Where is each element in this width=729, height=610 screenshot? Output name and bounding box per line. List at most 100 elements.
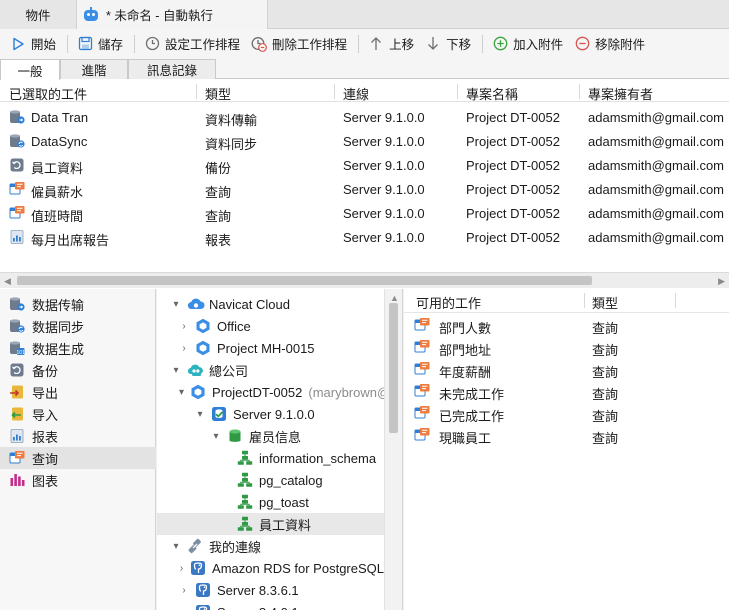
table-row[interactable]: 值班時間 查詢 Server 9.1.0.0 Project DT-0052 adams… bbox=[0, 201, 729, 225]
start-button[interactable]: 開始 bbox=[6, 32, 60, 56]
tree-node[interactable]: ▾ 雇员信息 bbox=[157, 425, 384, 447]
column-divider[interactable] bbox=[457, 84, 458, 99]
chevron-right-icon[interactable]: › bbox=[179, 585, 189, 596]
tree-node-label: pg_catalog bbox=[259, 472, 323, 488]
tree-node[interactable]: ▾ Navicat Cloud bbox=[157, 293, 384, 315]
tree-node[interactable]: ▾ 總公司 bbox=[157, 359, 384, 381]
table-row[interactable]: 年度薪酬 查詢 bbox=[404, 358, 729, 380]
tree-node[interactable]: › Project MH-0015 bbox=[157, 337, 384, 359]
tree-node[interactable]: information_schema bbox=[157, 447, 384, 469]
category-item[interactable]: 查询 bbox=[0, 447, 156, 469]
category-item[interactable]: 数据同步 bbox=[0, 315, 156, 337]
table-row[interactable]: 每月出席報告 報表 Server 9.1.0.0 Project DT-0052 ada… bbox=[0, 225, 729, 249]
table-row[interactable]: 僱員薪水 查詢 Server 9.1.0.0 Project DT-0052 adams… bbox=[0, 177, 729, 201]
tab-advanced[interactable]: 進階 bbox=[60, 59, 128, 79]
column-divider[interactable] bbox=[675, 293, 676, 308]
chevron-down-icon[interactable]: ▾ bbox=[211, 431, 221, 442]
category-item[interactable]: 导入 bbox=[0, 403, 156, 425]
table-cell-project: Project DT-0052 bbox=[466, 182, 560, 197]
category-item[interactable]: 报表 bbox=[0, 425, 156, 447]
table-row[interactable]: DataSync 資料同步 Server 9.1.0.0 Project DT-005… bbox=[0, 129, 729, 153]
chevron-down-icon[interactable]: ▾ bbox=[171, 299, 181, 310]
table-cell-project: Project DT-0052 bbox=[466, 158, 560, 173]
tab-general[interactable]: 一般 bbox=[0, 59, 60, 80]
set-schedule-button[interactable]: 設定工作排程 bbox=[140, 32, 244, 56]
chevron-down-icon[interactable]: ▾ bbox=[179, 387, 184, 398]
column-header[interactable]: 專案名稱 bbox=[466, 84, 518, 103]
remove-attachment-button[interactable]: 移除附件 bbox=[570, 32, 649, 56]
chevron-down-icon[interactable]: ▾ bbox=[171, 541, 181, 552]
save-button[interactable]: 儲存 bbox=[73, 32, 127, 56]
column-header[interactable]: 連線 bbox=[343, 84, 369, 103]
table-row[interactable]: 部門人數 查詢 bbox=[404, 314, 729, 336]
chevron-down-icon[interactable]: ▾ bbox=[171, 365, 181, 376]
table-cell-connection: Server 9.1.0.0 bbox=[343, 182, 425, 197]
table-row[interactable]: 員工資料 備份 Server 9.1.0.0 Project DT-0052 adams… bbox=[0, 153, 729, 177]
column-header[interactable]: 類型 bbox=[592, 293, 618, 312]
table-row[interactable]: 未完成工作 查詢 bbox=[404, 380, 729, 402]
category-item[interactable]: 图表 bbox=[0, 469, 156, 491]
category-label: 导出 bbox=[32, 385, 59, 401]
scroll-right-icon[interactable]: ▶ bbox=[718, 276, 725, 287]
vertical-scrollbar[interactable]: ▲ bbox=[384, 289, 403, 610]
column-divider[interactable] bbox=[196, 84, 197, 99]
tree-node[interactable]: › Amazon RDS for PostgreSQL bbox=[157, 557, 384, 579]
column-header[interactable]: 專案擁有者 bbox=[588, 84, 653, 103]
table-cell-owner: adamsmith@gmail.com bbox=[588, 110, 725, 125]
scrollbar-thumb[interactable] bbox=[17, 276, 592, 285]
tree-node[interactable]: › Office bbox=[157, 315, 384, 337]
tree-node[interactable]: ▾ 我的連線 bbox=[157, 535, 384, 557]
scroll-up-icon[interactable]: ▲ bbox=[390, 293, 399, 303]
tab-message-log[interactable]: 訊息記錄 bbox=[128, 59, 216, 79]
available-job-name: 已完成工作 bbox=[439, 409, 505, 424]
column-header[interactable]: 類型 bbox=[205, 84, 231, 103]
scroll-left-icon[interactable]: ◀ bbox=[4, 276, 11, 287]
chevron-right-icon[interactable]: › bbox=[179, 563, 184, 574]
add-attachment-button[interactable]: 加入附件 bbox=[488, 32, 567, 56]
tree-node[interactable]: › Server 8.3.6.1 bbox=[157, 579, 384, 601]
category-item[interactable]: 数据传输 bbox=[0, 293, 156, 315]
move-up-button[interactable]: 上移 bbox=[364, 32, 418, 56]
tree-node[interactable]: pg_catalog bbox=[157, 469, 384, 491]
category-item[interactable]: 备份 bbox=[0, 359, 156, 381]
column-header[interactable]: 已選取的工件 bbox=[9, 84, 87, 103]
table-row[interactable]: 已完成工作 查詢 bbox=[404, 402, 729, 424]
tab-objects[interactable]: 物件 bbox=[0, 0, 76, 29]
table-cell-name: DataSync bbox=[31, 134, 88, 149]
table-cell-name: 每月出席報告 bbox=[31, 233, 110, 248]
column-header[interactable]: 可用的工作 bbox=[416, 293, 481, 312]
toolbar-divider bbox=[358, 34, 360, 53]
delete-schedule-button[interactable]: 刪除工作排程 bbox=[247, 32, 351, 56]
chevron-right-icon[interactable]: › bbox=[179, 607, 189, 610]
horizontal-scrollbar[interactable]: ◀ ▶ bbox=[0, 272, 729, 288]
table-cell-type: 資料同步 bbox=[205, 137, 258, 152]
column-divider[interactable] bbox=[579, 84, 580, 99]
tree-node-label: Amazon RDS for PostgreSQL bbox=[212, 560, 384, 576]
tree-node[interactable]: › Server 8.4.0.1 bbox=[157, 601, 384, 610]
category-label: 报表 bbox=[32, 429, 59, 445]
column-divider[interactable] bbox=[334, 84, 335, 99]
available-jobs-table: 可用的工作 類型 部門人數 查詢 部門地址 查詢 年度薪酬 查詢 未完成工作 查詢 已完成工作查… bbox=[404, 289, 729, 610]
tree-node[interactable]: 員工資料 bbox=[157, 513, 384, 535]
tab-automation[interactable]: * 未命名 - 自動執行 bbox=[76, 0, 268, 29]
tree-node[interactable]: ▾ Server 9.1.0.0 bbox=[157, 403, 384, 425]
chevron-right-icon[interactable]: › bbox=[179, 343, 189, 354]
move-down-button[interactable]: 下移 bbox=[421, 32, 475, 56]
table-row[interactable]: 部門地址 查詢 bbox=[404, 336, 729, 358]
scrollbar-thumb[interactable] bbox=[389, 303, 398, 433]
table-row[interactable]: Data Tran 資料傳輸 Server 9.1.0.0 Project DT-00… bbox=[0, 105, 729, 129]
table-row[interactable]: 現職員工 查詢 bbox=[404, 424, 729, 446]
schema-icon bbox=[237, 516, 253, 532]
move-up-label: 上移 bbox=[389, 38, 415, 52]
category-label: 备份 bbox=[32, 363, 59, 379]
tree-node-label: 員工資料 bbox=[259, 517, 312, 533]
tree-node[interactable]: ▾ ProjectDT-0052 (marybrown@ bbox=[157, 381, 384, 403]
category-item[interactable]: 101 数据生成 bbox=[0, 337, 156, 359]
move-down-label: 下移 bbox=[446, 38, 472, 52]
tree-node[interactable]: pg_toast bbox=[157, 491, 384, 513]
category-item[interactable]: 导出 bbox=[0, 381, 156, 403]
chevron-right-icon[interactable]: › bbox=[179, 321, 189, 332]
set-schedule-label: 設定工作排程 bbox=[165, 38, 241, 52]
column-divider[interactable] bbox=[584, 293, 585, 308]
chevron-down-icon[interactable]: ▾ bbox=[195, 409, 205, 420]
